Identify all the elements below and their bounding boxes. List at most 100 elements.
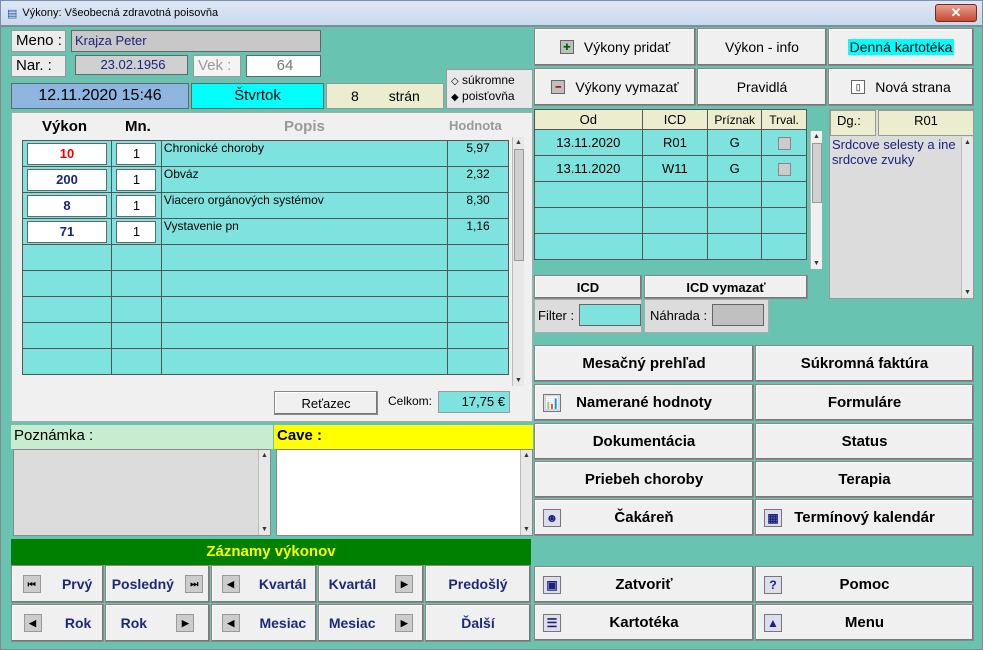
scroll-up-icon[interactable]: ▲ <box>962 137 973 148</box>
dalsi-button[interactable]: Ďalší <box>425 604 531 642</box>
priebeh-choroby-button[interactable]: Priebeh choroby <box>534 461 754 498</box>
vykon-code-field[interactable]: 8 <box>26 194 107 217</box>
rok-next-button[interactable]: Rok ▶ <box>105 604 210 642</box>
empty-cell[interactable] <box>22 348 112 375</box>
pravidla-button[interactable]: Pravidlá <box>697 68 827 106</box>
scroll-down-icon[interactable]: ▼ <box>521 524 532 535</box>
scroll-down-icon[interactable]: ▼ <box>513 375 524 386</box>
kvartal-prev-button[interactable]: ◀ Kvartál <box>211 565 317 603</box>
empty-cell[interactable] <box>110 270 162 297</box>
empty-cell[interactable] <box>110 244 162 271</box>
scroll-down-icon[interactable]: ▼ <box>811 258 822 269</box>
dokumentacia-button[interactable]: Dokumentácia <box>534 423 754 460</box>
table-row[interactable] <box>534 181 807 208</box>
radio-poistovna[interactable]: ◆ poisťovňa <box>451 89 532 103</box>
vykony-scrollbar[interactable]: ▲ ▼ <box>512 137 524 386</box>
scroll-thumb[interactable] <box>812 143 822 203</box>
trval-checkbox[interactable] <box>777 137 791 151</box>
cakaren-button[interactable]: ☻ Čakáreň <box>534 499 754 536</box>
terminovy-kalendar-button[interactable]: ▦ Termínový kalendár <box>755 499 974 536</box>
table-row[interactable] <box>534 233 807 260</box>
empty-cell[interactable] <box>534 207 643 234</box>
vykon-code-field[interactable]: 10 <box>26 142 107 165</box>
empty-cell[interactable] <box>160 296 449 323</box>
empty-cell[interactable] <box>761 181 807 208</box>
sukromna-faktura-button[interactable]: Súkromná faktúra <box>755 345 974 382</box>
qty-field[interactable]: 1 <box>116 168 157 191</box>
radio-sukromne[interactable]: ◇ súkromne <box>451 73 532 87</box>
empty-cell[interactable] <box>22 296 112 323</box>
retazec-button[interactable]: Reťazec <box>274 391 378 415</box>
denna-kartoteka-button[interactable]: Denná kartotéka <box>828 28 974 66</box>
empty-cell[interactable] <box>22 270 112 297</box>
kartoteka-button[interactable]: ☰ Kartotéka <box>534 604 754 641</box>
empty-cell[interactable] <box>641 181 709 208</box>
pomoc-button[interactable]: ? Pomoc <box>755 566 974 603</box>
zatvorit-button[interactable]: ▣ Zatvoriť <box>534 566 754 603</box>
vykony-vymazat-button[interactable]: ━ Výkony vymazať <box>534 68 696 106</box>
scroll-thumb[interactable] <box>514 149 524 261</box>
table-row[interactable] <box>22 348 509 375</box>
empty-cell[interactable] <box>761 207 807 234</box>
table-row[interactable]: 13.11.2020 R01 G <box>534 129 807 156</box>
predosly-button[interactable]: Predošlý <box>425 565 531 603</box>
table-row[interactable] <box>22 270 509 297</box>
empty-cell[interactable] <box>447 244 509 271</box>
empty-cell[interactable] <box>160 244 449 271</box>
formulare-button[interactable]: Formuláre <box>755 384 974 421</box>
empty-cell[interactable] <box>641 233 709 260</box>
qty-field[interactable]: 1 <box>116 142 157 165</box>
dg-scrollbar[interactable]: ▲ ▼ <box>961 137 973 298</box>
scroll-down-icon[interactable]: ▼ <box>259 524 270 535</box>
scroll-up-icon[interactable]: ▲ <box>513 137 524 148</box>
filter-input[interactable] <box>579 304 641 326</box>
vykon-code-field[interactable]: 200 <box>26 168 107 191</box>
table-row[interactable] <box>22 322 509 349</box>
dob-field[interactable]: 23.02.1956 <box>75 55 188 75</box>
empty-cell[interactable] <box>447 348 509 375</box>
empty-cell[interactable] <box>447 296 509 323</box>
empty-cell[interactable] <box>22 322 112 349</box>
rok-prev-button[interactable]: ◀ Rok <box>11 604 104 642</box>
scroll-up-icon[interactable]: ▲ <box>521 450 532 461</box>
qty-field[interactable]: 1 <box>116 194 157 217</box>
vykony-pridat-button[interactable]: ✚ Výkony pridať <box>534 28 696 66</box>
poznamka-textarea[interactable]: ▲ ▼ <box>13 449 271 536</box>
empty-cell[interactable] <box>160 322 449 349</box>
vykon-info-button[interactable]: Výkon - info <box>697 28 827 66</box>
icd-button[interactable]: ICD <box>534 275 642 299</box>
scroll-up-icon[interactable]: ▲ <box>811 131 822 142</box>
empty-cell[interactable] <box>447 322 509 349</box>
close-button[interactable]: ✕ <box>935 4 977 22</box>
qty-field[interactable]: 1 <box>116 220 157 243</box>
nova-strana-button[interactable]: ▯ Nová strana <box>828 68 974 106</box>
poznamka-scrollbar[interactable]: ▲ ▼ <box>258 450 270 535</box>
table-row[interactable]: 10 1 Chronické choroby 5,97 <box>22 140 509 167</box>
table-row[interactable] <box>22 296 509 323</box>
kvartal-next-button[interactable]: Kvartál ▶ <box>318 565 424 603</box>
mesiac-prev-button[interactable]: ◀ Mesiac <box>211 604 317 642</box>
status-button[interactable]: Status <box>755 423 974 460</box>
scroll-up-icon[interactable]: ▲ <box>259 450 270 461</box>
empty-cell[interactable] <box>707 207 763 234</box>
age-field[interactable]: 64 <box>246 55 321 77</box>
empty-cell[interactable] <box>534 181 643 208</box>
empty-cell[interactable] <box>641 207 709 234</box>
empty-cell[interactable] <box>110 322 162 349</box>
cave-scrollbar[interactable]: ▲ ▼ <box>520 450 532 535</box>
cave-textarea[interactable]: ▲ ▼ <box>276 449 533 536</box>
empty-cell[interactable] <box>534 233 643 260</box>
icd-vymazat-button[interactable]: ICD vymazať <box>644 275 808 299</box>
empty-cell[interactable] <box>110 348 162 375</box>
empty-cell[interactable] <box>160 348 449 375</box>
table-row[interactable]: 200 1 Obváz 2,32 <box>22 166 509 193</box>
empty-cell[interactable] <box>707 233 763 260</box>
diag-scrollbar[interactable]: ▲ ▼ <box>810 131 822 269</box>
table-row[interactable]: 13.11.2020 W11 G <box>534 155 807 182</box>
patient-name-field[interactable]: Krajza Peter <box>71 30 321 52</box>
vykon-code-field[interactable]: 71 <box>26 220 107 243</box>
prvy-button[interactable]: ⏮ Prvý <box>11 565 104 603</box>
empty-cell[interactable] <box>447 270 509 297</box>
table-row[interactable] <box>534 207 807 234</box>
scroll-down-icon[interactable]: ▼ <box>962 287 973 298</box>
